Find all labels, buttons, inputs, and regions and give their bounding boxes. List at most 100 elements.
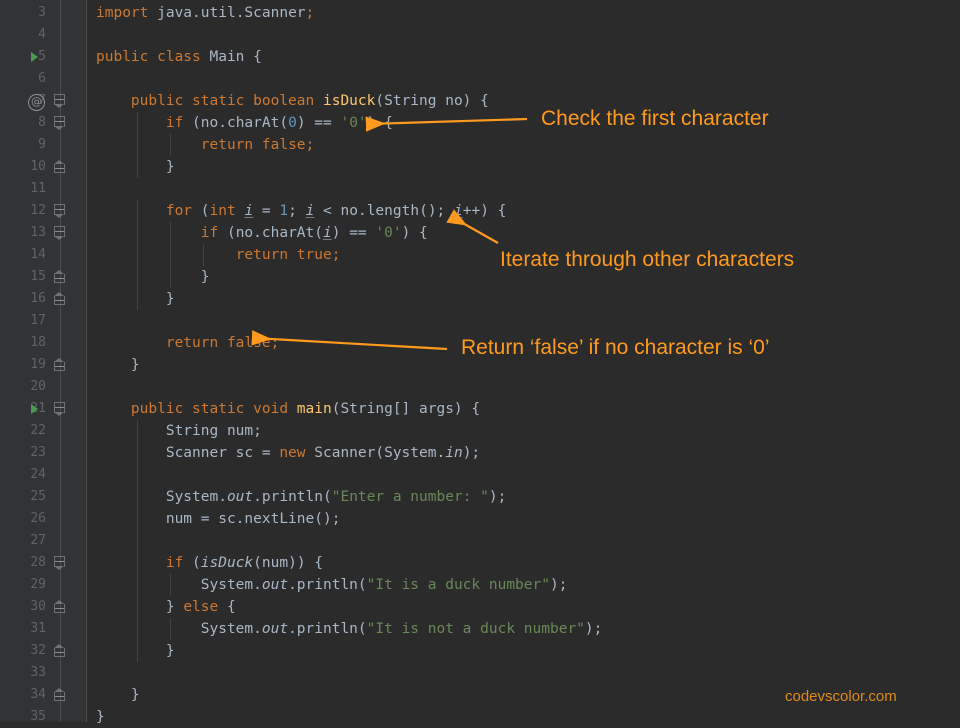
code-token: ) { bbox=[401, 225, 428, 241]
code-token: "It is not a duck number" bbox=[366, 621, 585, 637]
code-line[interactable]: } bbox=[96, 354, 140, 376]
code-token: out bbox=[261, 577, 289, 593]
code-token: ) == bbox=[331, 225, 376, 241]
code-token: in bbox=[445, 445, 463, 461]
code-line[interactable]: } bbox=[96, 706, 105, 728]
code-token: ); bbox=[584, 621, 603, 637]
code-token: for bbox=[165, 203, 193, 219]
code-token: String num; bbox=[96, 423, 262, 439]
code-token: .println( bbox=[288, 577, 367, 593]
code-token: (String no) { bbox=[375, 93, 489, 109]
code-token: '0' bbox=[340, 115, 367, 131]
code-token: } bbox=[96, 291, 175, 307]
code-token: return false bbox=[200, 137, 306, 153]
code-token: Scanner(System. bbox=[305, 445, 446, 461]
code-token: "Enter a number: " bbox=[331, 489, 489, 505]
code-token: = bbox=[253, 203, 280, 219]
code-token: ; bbox=[305, 137, 315, 153]
code-line[interactable]: System.out.println("Enter a number: "); bbox=[96, 486, 507, 508]
code-token: ( bbox=[192, 203, 210, 219]
code-token: public static void bbox=[130, 401, 289, 417]
site-watermark: codevscolor.com bbox=[785, 688, 897, 705]
code-line[interactable]: return false; bbox=[96, 134, 315, 156]
code-token: (no.charAt( bbox=[218, 225, 323, 241]
code-line[interactable]: Scanner sc = new Scanner(System.in); bbox=[96, 442, 480, 464]
code-token: i bbox=[454, 203, 463, 219]
code-token: ; bbox=[305, 5, 315, 21]
code-token: ) { bbox=[366, 115, 393, 131]
code-token: (no.charAt( bbox=[183, 115, 289, 131]
code-token: public static boolean bbox=[130, 93, 315, 109]
code-line[interactable]: return false; bbox=[96, 332, 280, 354]
code-token: } bbox=[96, 709, 105, 725]
code-token: ++) { bbox=[462, 203, 507, 219]
code-line[interactable]: num = sc.nextLine(); bbox=[96, 508, 341, 530]
code-token: System. bbox=[96, 577, 262, 593]
code-token: ) == bbox=[296, 115, 341, 131]
code-token: ; bbox=[331, 247, 341, 263]
code-token: else bbox=[183, 599, 219, 615]
code-token: out bbox=[261, 621, 289, 637]
code-token: java.util.Scanner bbox=[148, 5, 306, 21]
code-token: isDuck bbox=[322, 93, 376, 109]
code-token: i bbox=[244, 203, 254, 219]
code-token: out bbox=[226, 489, 254, 505]
code-line[interactable]: if (isDuck(num)) { bbox=[96, 552, 323, 574]
code-line[interactable]: if (no.charAt(0) == '0') { bbox=[96, 112, 393, 134]
code-line[interactable]: } bbox=[96, 640, 175, 662]
code-token: ); bbox=[549, 577, 568, 593]
code-token: ( bbox=[183, 555, 201, 571]
code-line[interactable]: public static boolean isDuck(String no) … bbox=[96, 90, 489, 112]
code-token: 1 bbox=[279, 203, 289, 219]
code-token: Main { bbox=[200, 49, 262, 65]
code-token: } bbox=[96, 159, 175, 175]
code-token: ); bbox=[462, 445, 481, 461]
code-editor: 3 4 5 6 7 8 9 10 11 12 13 14 15 16 17 18 19 20 21 22 23 24 25 2… bbox=[0, 0, 960, 725]
code-token: } bbox=[96, 599, 184, 615]
code-line[interactable]: } bbox=[96, 156, 175, 178]
code-token: .println( bbox=[253, 489, 332, 505]
annotation-return-false-note: Return ‘false’ if no character is ‘0’ bbox=[461, 336, 770, 359]
code-token: ; bbox=[270, 335, 280, 351]
code-token: i bbox=[323, 225, 332, 241]
code-token: } bbox=[96, 269, 210, 285]
code-line[interactable]: public static void main(String[] args) { bbox=[96, 398, 480, 420]
code-token: if bbox=[200, 225, 219, 241]
code-token: < no.length(); bbox=[314, 203, 455, 219]
code-line[interactable]: for (int i = 1; i < no.length(); i++) { bbox=[96, 200, 507, 222]
code-token: } bbox=[96, 687, 140, 703]
annotation-check-first-character: Check the first character bbox=[541, 107, 769, 130]
code-token: import bbox=[96, 5, 149, 21]
code-token: return true bbox=[235, 247, 332, 263]
code-line[interactable]: } bbox=[96, 266, 210, 288]
code-token: } bbox=[96, 357, 140, 373]
code-line[interactable]: } else { bbox=[96, 596, 236, 618]
code-token: new bbox=[279, 445, 306, 461]
code-token: ; bbox=[288, 203, 306, 219]
code-line[interactable]: public class Main { bbox=[96, 46, 262, 68]
code-line[interactable]: if (no.charAt(i) == '0') { bbox=[96, 222, 428, 244]
code-token: public class bbox=[96, 49, 201, 65]
code-line[interactable]: System.out.println("It is a duck number"… bbox=[96, 574, 568, 596]
code-token: if bbox=[165, 555, 184, 571]
code-line[interactable]: System.out.println("It is not a duck num… bbox=[96, 618, 603, 640]
code-content[interactable]: import java.util.Scanner; public class Ma… bbox=[0, 0, 960, 725]
annotation-iterate-other-characters: Iterate through other characters bbox=[500, 248, 795, 271]
code-token: num = sc.nextLine(); bbox=[96, 511, 341, 527]
code-line[interactable]: return true; bbox=[96, 244, 341, 266]
code-line[interactable]: String num; bbox=[96, 420, 262, 442]
code-line[interactable]: } bbox=[96, 684, 140, 706]
code-token: 0 bbox=[288, 115, 297, 131]
code-line[interactable]: import java.util.Scanner; bbox=[96, 2, 314, 24]
code-line[interactable]: } bbox=[96, 288, 175, 310]
code-token: { bbox=[218, 599, 236, 615]
code-token: if bbox=[165, 115, 184, 131]
